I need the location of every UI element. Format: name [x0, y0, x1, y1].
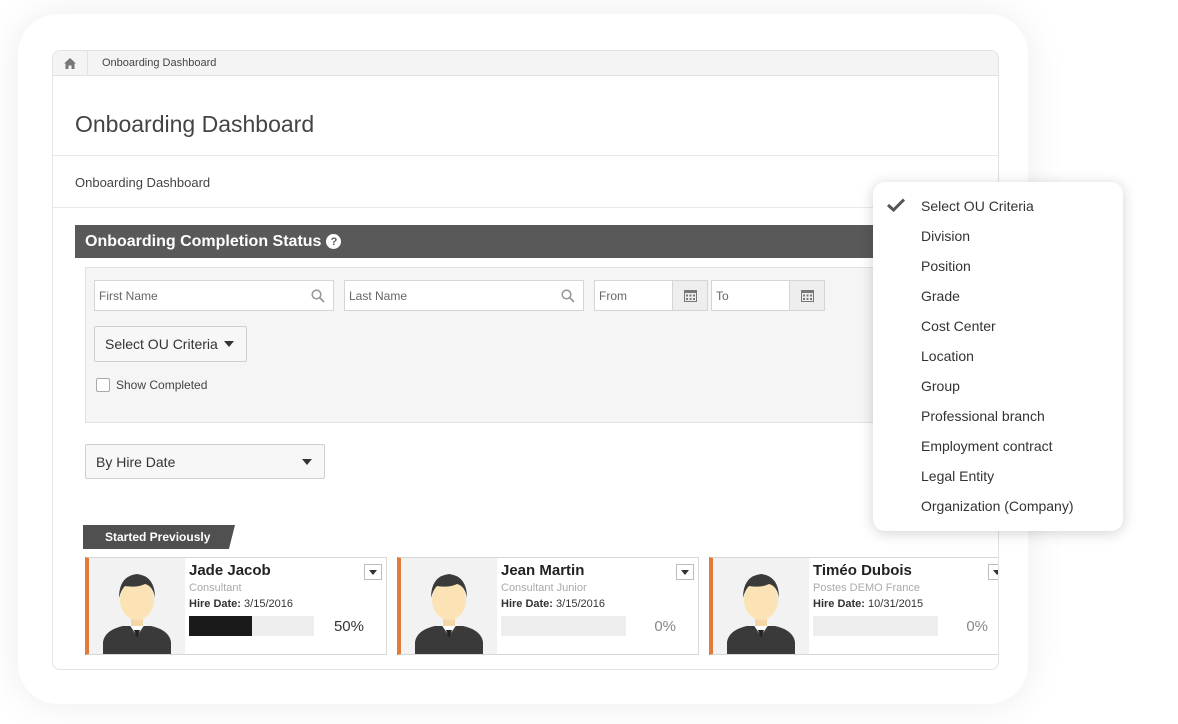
avatar-icon [727, 574, 795, 654]
progress-bar [189, 616, 314, 636]
hire-date-value: 3/15/2016 [556, 598, 605, 610]
select-ou-criteria-button[interactable]: Select OU Criteria [94, 326, 247, 362]
progress-fill [189, 616, 252, 636]
show-completed-label: Show Completed [116, 378, 208, 392]
chevron-down-icon [681, 569, 689, 575]
show-completed-option[interactable]: Show Completed [96, 378, 207, 392]
employee-role: Consultant Junior [501, 582, 587, 594]
employee-name[interactable]: Jean Martin [501, 562, 584, 579]
progress-percent: 0% [654, 618, 676, 635]
divider [53, 155, 998, 156]
menu-item-legal-entity[interactable]: Legal Entity [921, 468, 994, 484]
chevron-down-icon [369, 569, 377, 575]
filter-panel: Select OU Criteria Show Completed [85, 267, 975, 423]
employee-name[interactable]: Jade Jacob [189, 562, 271, 579]
employee-card[interactable]: Jean Martin Consultant Junior Hire Date:… [397, 557, 699, 655]
menu-item-organization-company[interactable]: Organization (Company) [921, 498, 1074, 514]
menu-item-employment-contract[interactable]: Employment contract [921, 438, 1053, 454]
last-name-input[interactable] [345, 287, 583, 304]
page-subtitle: Onboarding Dashboard [75, 175, 211, 190]
employee-role: Consultant [189, 582, 242, 594]
hire-date: Hire Date: 10/31/2015 [813, 598, 923, 610]
progress-bar [501, 616, 626, 636]
menu-item-grade[interactable]: Grade [921, 288, 960, 304]
employee-card[interactable]: Timéo Dubois Postes DEMO France Hire Dat… [709, 557, 998, 655]
ou-criteria-menu: Select OU Criteria Division Position Gra… [873, 182, 1123, 531]
help-icon[interactable]: ? [326, 234, 342, 249]
last-name-field [344, 280, 584, 311]
to-calendar-button[interactable] [789, 281, 824, 310]
hire-date: Hire Date: 3/15/2016 [189, 598, 293, 610]
hire-date-label: Hire Date: [501, 598, 553, 610]
breadcrumb-current[interactable]: Onboarding Dashboard [88, 57, 216, 69]
home-icon [64, 57, 76, 69]
card-menu-button[interactable] [676, 564, 694, 580]
avatar-icon [415, 574, 483, 654]
breadcrumb-home[interactable] [53, 51, 88, 75]
page-title: Onboarding Dashboard [75, 111, 315, 137]
avatar [89, 558, 185, 654]
first-name-input[interactable] [95, 287, 333, 304]
section-title: Onboarding Completion Status [85, 232, 322, 250]
from-calendar-button[interactable] [672, 281, 707, 310]
chevron-down-icon [993, 569, 998, 575]
to-date-field [711, 280, 825, 311]
menu-item-group[interactable]: Group [921, 378, 960, 394]
menu-item-professional-branch[interactable]: Professional branch [921, 408, 1045, 424]
menu-item-division[interactable]: Division [921, 228, 970, 244]
breadcrumb: Onboarding Dashboard [53, 51, 998, 76]
card-menu-button[interactable] [988, 564, 998, 580]
check-icon [887, 198, 905, 212]
employee-name[interactable]: Timéo Dubois [813, 562, 912, 579]
employee-role: Postes DEMO France [813, 582, 920, 594]
progress-bar [813, 616, 938, 636]
calendar-icon [683, 290, 697, 302]
sort-select[interactable]: By Hire Date [85, 444, 325, 479]
hire-date-label: Hire Date: [813, 598, 865, 610]
search-icon[interactable] [561, 289, 575, 303]
to-date-input[interactable] [712, 287, 792, 304]
group-label: Started Previously [83, 525, 235, 549]
hire-date: Hire Date: 3/15/2016 [501, 598, 605, 610]
hire-date-value: 10/31/2015 [868, 598, 924, 610]
progress-percent: 0% [966, 618, 988, 635]
avatar-icon [103, 574, 171, 654]
divider [53, 207, 998, 208]
employee-card[interactable]: Jade Jacob Consultant Hire Date: 3/15/20… [85, 557, 387, 655]
search-icon[interactable] [311, 289, 325, 303]
menu-item-location[interactable]: Location [921, 348, 974, 364]
calendar-icon [800, 290, 814, 302]
menu-item-position[interactable]: Position [921, 258, 971, 274]
section-header: Onboarding Completion Status ? [75, 225, 975, 258]
chevron-down-icon [223, 341, 234, 347]
first-name-field [94, 280, 334, 311]
sort-select-value: By Hire Date [96, 453, 176, 470]
card-menu-button[interactable] [364, 564, 382, 580]
hire-date-label: Hire Date: [189, 598, 241, 610]
chevron-down-icon [302, 459, 312, 465]
menu-item-cost-center[interactable]: Cost Center [921, 318, 996, 334]
menu-item-select-ou-criteria[interactable]: Select OU Criteria [921, 198, 1034, 214]
select-ou-criteria-label: Select OU Criteria [105, 336, 218, 352]
app-window: Onboarding Dashboard Onboarding Dashboar… [52, 50, 999, 670]
progress-percent: 50% [333, 618, 364, 635]
show-completed-checkbox[interactable] [96, 378, 110, 392]
from-date-field [594, 280, 708, 311]
hire-date-value: 3/15/2016 [244, 598, 293, 610]
avatar [401, 558, 497, 654]
from-date-input[interactable] [595, 287, 675, 304]
avatar [713, 558, 809, 654]
